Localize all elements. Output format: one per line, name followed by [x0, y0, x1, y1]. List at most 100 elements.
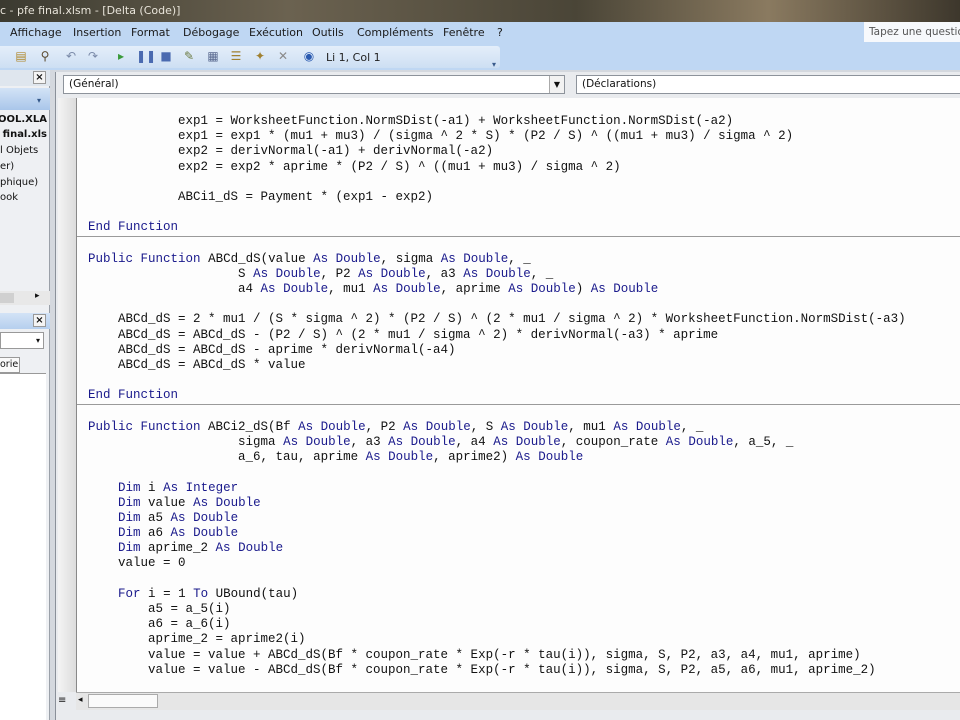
code-line[interactable]: exp2 = derivNormal(-a1) + derivNormal(-a…	[88, 144, 960, 159]
chevron-down-icon: ▾	[35, 336, 40, 345]
keyword: Double	[395, 282, 441, 297]
code-line[interactable]: Dim value As Double	[88, 496, 960, 511]
code-line[interactable]	[88, 373, 960, 388]
code-line[interactable]: sigma As Double, a3 As Double, a4 As Dou…	[88, 435, 960, 450]
tree-item[interactable]: ook	[0, 192, 18, 203]
scrollbar-thumb[interactable]	[88, 694, 158, 708]
code-line[interactable]: S As Double, P2 As Double, a3 As Double,…	[88, 267, 960, 282]
code-line[interactable]: Dim a6 As Double	[88, 526, 960, 541]
object-browser-icon[interactable]: ✦	[253, 49, 267, 63]
tab-categories[interactable]: orie	[0, 357, 20, 373]
margin-indicator-bar[interactable]	[58, 98, 76, 692]
stop-icon[interactable]: ■	[159, 49, 173, 63]
code-line[interactable]: aprime_2 = aprime2(i)	[88, 632, 960, 647]
code-line[interactable]: exp1 = exp1 * (mu1 + mu3) / (sigma ^ 2 *…	[88, 129, 960, 144]
run-icon[interactable]: ▸	[114, 49, 128, 63]
code-line[interactable]: End Function	[88, 388, 960, 403]
keyword: Function	[140, 251, 201, 266]
keyword: As	[170, 526, 186, 541]
code-line[interactable]: ABCd_dS = ABCd_dS - (P2 / S) ^ (2 * mu1 …	[88, 328, 960, 343]
code-line[interactable]: Public Function ABCi2_dS(Bf As Double, P…	[88, 420, 960, 435]
menu-affichage[interactable]: Affichage	[10, 26, 62, 39]
close-properties-icon[interactable]: ×	[33, 314, 46, 327]
code-line[interactable]	[88, 572, 960, 587]
properties-icon[interactable]: ☰	[229, 49, 243, 63]
find-icon[interactable]: ⚲	[38, 49, 52, 63]
menu-execution[interactable]: Exécution	[249, 26, 303, 39]
keyword: Dim	[118, 510, 141, 525]
menu-outils[interactable]: Outils	[312, 26, 344, 39]
menu-complements[interactable]: Compléments	[357, 26, 433, 39]
code-line[interactable]: a_6, tau, aprime As Double, aprime2) As …	[88, 450, 960, 465]
code-line[interactable]	[88, 205, 960, 220]
code-line[interactable]: ABCd_dS = ABCd_dS - aprime * derivNormal…	[88, 343, 960, 358]
code-line[interactable]	[88, 175, 960, 190]
help-question-input[interactable]: Tapez une questio	[864, 22, 960, 42]
tree-item[interactable]: final.xls	[3, 129, 47, 140]
code-line[interactable]: Dim i As Integer	[88, 481, 960, 496]
code-line[interactable]: a6 = a_6(i)	[88, 617, 960, 632]
menu-debogage[interactable]: Débogage	[183, 26, 239, 39]
procedure-select[interactable]: (Déclarations)	[576, 75, 960, 94]
keyword: As	[388, 434, 404, 449]
object-select[interactable]: (Général) ▼	[63, 75, 565, 94]
code-line[interactable]: a4 As Double, mu1 As Double, aprime As D…	[88, 282, 960, 297]
menu-format[interactable]: Format	[131, 26, 170, 39]
keyword: As	[283, 434, 299, 449]
toolbox-icon[interactable]: ✕	[276, 49, 290, 63]
explorer-horizontal-scrollbar[interactable]: ▸	[0, 291, 50, 305]
code-line[interactable]: ABCd_dS = 2 * mu1 / (S * sigma ^ 2) * (P…	[88, 312, 960, 327]
keyword: As	[613, 419, 629, 434]
code-line[interactable]: ABCd_dS = ABCd_dS * value	[88, 358, 960, 373]
keyword: Double	[320, 419, 366, 434]
code-line[interactable]	[88, 237, 960, 252]
keyword: As	[215, 541, 231, 556]
code-line[interactable]: End Function	[88, 220, 960, 235]
code-line[interactable]: value = value - ABCd_dS(Bf * coupon_rate…	[88, 663, 960, 678]
title-bar: c - pfe final.xlsm - [Delta (Code)]	[0, 0, 960, 22]
code-line[interactable]	[88, 297, 960, 312]
code-line[interactable]: exp2 = exp2 * aprime * (P2 / S) ^ ((mu1 …	[88, 160, 960, 175]
keyword: As	[665, 434, 681, 449]
tree-item[interactable]: TOOL.XLA	[0, 114, 47, 125]
code-line[interactable]: For i = 1 To UBound(tau)	[88, 587, 960, 602]
keyword: Function	[140, 419, 201, 434]
procedure-view-icon[interactable]: ≡	[58, 695, 66, 706]
design-mode-icon[interactable]: ✎	[182, 49, 196, 63]
redo-icon[interactable]: ↷	[86, 49, 100, 63]
menu-fenetre[interactable]: Fenêtre	[443, 26, 485, 39]
code-line[interactable]: ABCi1_dS = Payment * (exp1 - exp2)	[88, 190, 960, 205]
tree-item[interactable]: phique)	[0, 177, 38, 188]
help-icon[interactable]: ◉	[302, 49, 316, 63]
code-line[interactable]	[88, 405, 960, 420]
tree-item[interactable]: l Objets	[0, 145, 38, 156]
code-line[interactable]: value = value + ABCd_dS(Bf * coupon_rate…	[88, 648, 960, 663]
keyword: Public	[88, 251, 134, 266]
keyword: Dim	[118, 480, 141, 495]
chevron-down-icon[interactable]: ▾	[37, 96, 41, 105]
code-line[interactable]: Dim aprime_2 As Double	[88, 541, 960, 556]
code-horizontal-scrollbar[interactable]: ≡ ◂	[58, 692, 960, 710]
tree-item[interactable]: er)	[0, 161, 14, 172]
project-explorer-icon[interactable]: ▦	[206, 49, 220, 63]
code-line[interactable]: a5 = a_5(i)	[88, 602, 960, 617]
toolbar-options-icon[interactable]: ▾	[492, 60, 496, 69]
code-line[interactable]: Dim a5 As Double	[88, 511, 960, 526]
code-editor[interactable]: exp1 = WorksheetFunction.NormSDist(-a1) …	[76, 98, 960, 692]
menu-help[interactable]: ?	[497, 26, 503, 39]
code-line[interactable]	[88, 465, 960, 480]
code-line[interactable]: value = 0	[88, 556, 960, 571]
keyword: As	[358, 266, 374, 281]
undo-icon[interactable]: ↶	[64, 49, 78, 63]
code-line[interactable]: Public Function ABCd_dS(value As Double,…	[88, 252, 960, 267]
menu-insertion[interactable]: Insertion	[73, 26, 121, 39]
paste-icon[interactable]: ▤	[14, 49, 28, 63]
keyword: As	[515, 450, 531, 465]
close-project-explorer-icon[interactable]: ×	[33, 71, 46, 84]
pause-icon[interactable]: ❚❚	[136, 49, 156, 63]
scroll-right-icon[interactable]: ▸	[35, 291, 40, 301]
code-window: (Général) ▼ (Déclarations) exp1 = Workshe…	[55, 72, 960, 720]
scroll-left-icon[interactable]: ◂	[78, 695, 83, 705]
properties-object-select[interactable]: ▾	[0, 332, 44, 349]
code-line[interactable]: exp1 = WorksheetFunction.NormSDist(-a1) …	[88, 114, 960, 129]
